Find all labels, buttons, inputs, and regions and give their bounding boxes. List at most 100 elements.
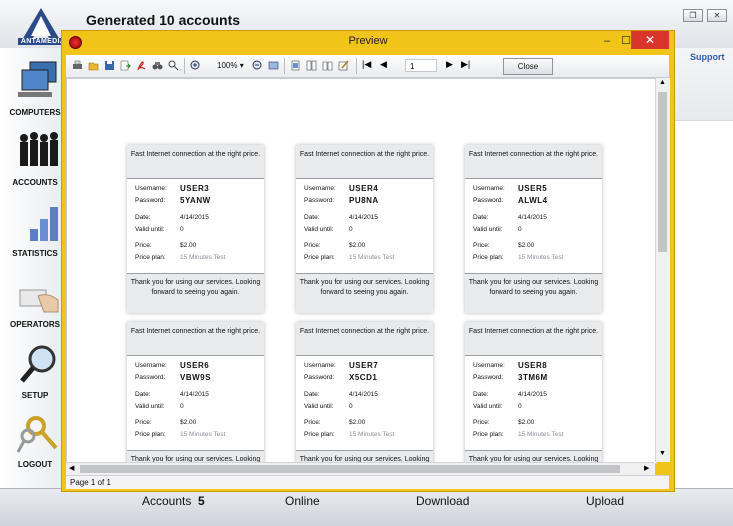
price-label: Price: — [473, 242, 490, 249]
username-value: USER6 — [180, 361, 210, 370]
date-label: Date: — [473, 214, 489, 221]
edit-icon[interactable] — [338, 60, 349, 71]
preview-title: Preview — [348, 35, 388, 47]
voucher-card: Fast Internet connection at the right pr… — [465, 145, 602, 313]
voucher-card: Fast Internet connection at the right pr… — [465, 322, 602, 463]
chevron-down-icon: ▾ — [239, 61, 244, 70]
password-value: PU8NA — [349, 196, 379, 205]
scroll-down-icon[interactable]: ▼ — [659, 450, 666, 457]
pdf-icon[interactable] — [136, 60, 147, 71]
price-label: Price: — [473, 419, 490, 426]
username-value: USER8 — [518, 361, 548, 370]
horizontal-scrollbar[interactable]: ◀ ▶ — [66, 462, 655, 475]
sidebar-item-label: OPERATORS — [10, 320, 60, 329]
valid-until-label: Valid until: — [473, 403, 503, 410]
valid-until-label: Valid until: — [135, 403, 165, 410]
username-label: Username: — [473, 185, 505, 192]
username-value: USER4 — [349, 184, 379, 193]
valid-until-value: 0 — [180, 226, 184, 233]
multi-page-icon[interactable] — [306, 60, 317, 71]
sidebar-item-label: SETUP — [21, 391, 49, 400]
scroll-right-icon[interactable]: ▶ — [644, 464, 649, 472]
next-page-icon: ▶ — [446, 59, 453, 69]
download-label: Download — [416, 494, 470, 508]
valid-until-value: 0 — [518, 403, 522, 410]
last-page-button[interactable]: ▶| — [461, 59, 470, 70]
find-icon[interactable] — [168, 60, 179, 71]
first-page-button[interactable]: |◀ — [362, 59, 371, 70]
sidebar-item-accounts[interactable]: ACCOUNTS — [0, 122, 70, 194]
password-label: Password: — [473, 374, 504, 381]
price-plan-label: Price plan: — [473, 431, 504, 438]
book-icon[interactable] — [322, 60, 333, 71]
prev-page-icon: ◀ — [380, 59, 387, 69]
price-plan-value: 15 Minutes Test — [518, 431, 564, 438]
fit-page-icon[interactable] — [268, 60, 279, 71]
sidebar-item-operators[interactable]: OPERATORS — [0, 264, 70, 336]
valid-until-label: Valid until: — [135, 226, 165, 233]
save-icon[interactable] — [104, 60, 115, 71]
restore-button[interactable]: ❐ — [683, 9, 703, 22]
hand-card-icon — [19, 289, 59, 313]
page-number-input[interactable]: 1 — [405, 59, 437, 72]
date-label: Date: — [304, 391, 320, 398]
export-icon[interactable] — [120, 60, 131, 71]
username-label: Username: — [135, 362, 167, 369]
maximize-icon: ☐ — [621, 35, 631, 47]
first-page-icon: |◀ — [362, 59, 372, 69]
password-label: Password: — [473, 197, 504, 204]
scroll-left-icon[interactable]: ◀ — [69, 464, 74, 472]
close-icon: ✕ — [644, 33, 656, 47]
single-page-icon[interactable] — [290, 60, 301, 71]
price-plan-value: 15 Minutes Test — [518, 254, 564, 261]
last-page-icon: ▶| — [461, 59, 471, 69]
sidebar-item-statistics[interactable]: STATISTICS — [0, 193, 70, 265]
sidebar-item-label: COMPUTERS — [9, 108, 61, 117]
prev-page-button[interactable]: ◀ — [380, 59, 387, 70]
scroll-up-icon[interactable]: ▲ — [659, 79, 666, 86]
toolbar-separator — [184, 58, 185, 74]
zoom-in-icon[interactable] — [190, 60, 201, 71]
password-value: X5CD1 — [349, 373, 378, 382]
password-value: 5YANW — [180, 196, 211, 205]
date-value: 4/14/2015 — [180, 391, 209, 398]
bar-chart-icon — [30, 207, 58, 241]
price-plan-label: Price plan: — [304, 254, 335, 261]
valid-until-value: 0 — [180, 403, 184, 410]
password-value: 3TM6M — [518, 373, 548, 382]
close-button[interactable]: Close — [503, 58, 553, 75]
preview-close-button[interactable]: ✕ — [631, 31, 669, 49]
close-icon: ✕ — [713, 11, 721, 20]
toolbar-separator — [284, 58, 285, 74]
voucher-header: Fast Internet connection at the right pr… — [296, 145, 433, 179]
next-page-button[interactable]: ▶ — [446, 59, 453, 70]
vertical-scroll-thumb[interactable] — [658, 92, 667, 252]
valid-until-value: 0 — [518, 226, 522, 233]
zoom-select[interactable]: 100% ▾ — [217, 59, 247, 73]
binoculars-icon[interactable] — [152, 60, 163, 71]
accounts-count: 5 — [198, 494, 205, 508]
sidebar-item-computers[interactable]: COMPUTERS — [0, 52, 70, 124]
zoom-out-icon[interactable] — [252, 60, 263, 71]
open-icon[interactable] — [88, 60, 99, 71]
preview-canvas[interactable]: Fast Internet connection at the right pr… — [66, 78, 657, 464]
price-plan-label: Price plan: — [135, 254, 166, 261]
support-link[interactable]: Support — [690, 52, 725, 62]
print-icon[interactable] — [72, 60, 83, 71]
people-icon — [20, 132, 58, 166]
preview-window: Preview – ☐ ✕ 100% ▾ |◀ ◀ 1 ▶ ▶| Close F… — [61, 30, 675, 492]
price-plan-value: 15 Minutes Test — [349, 254, 395, 261]
price-value: $2.00 — [180, 242, 197, 249]
preview-titlebar[interactable]: Preview – ☐ ✕ — [62, 31, 674, 53]
valid-until-value: 0 — [349, 403, 353, 410]
voucher-header: Fast Internet connection at the right pr… — [296, 322, 433, 356]
sidebar-item-setup[interactable]: SETUP — [0, 335, 70, 407]
horizontal-scroll-thumb[interactable] — [80, 465, 620, 473]
price-value: $2.00 — [518, 242, 535, 249]
zoom-value: 100% — [217, 61, 238, 70]
price-label: Price: — [135, 242, 152, 249]
app-close-button[interactable]: ✕ — [707, 9, 727, 22]
voucher-card: Fast Internet connection at the right pr… — [127, 322, 264, 463]
vertical-scrollbar[interactable]: ▲ ▼ — [655, 78, 670, 462]
sidebar-item-logout[interactable]: LOGOUT — [0, 404, 70, 476]
